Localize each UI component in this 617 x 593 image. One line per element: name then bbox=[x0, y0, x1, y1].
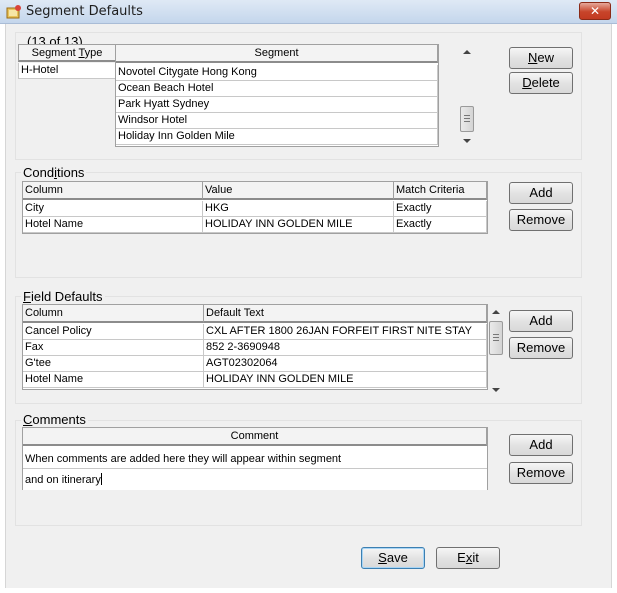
scroll-down-arrow-icon[interactable] bbox=[463, 139, 471, 143]
field-defaults-remove-button[interactable]: Remove bbox=[509, 337, 573, 359]
scroll-up-arrow-icon[interactable] bbox=[463, 50, 471, 54]
scroll-down-arrow-icon[interactable] bbox=[492, 388, 500, 392]
field-default-column-cell[interactable]: Cancel Policy bbox=[23, 324, 204, 340]
comments-add-button[interactable]: Add bbox=[509, 434, 573, 456]
segment-type-header[interactable]: Segment Type bbox=[18, 44, 116, 62]
field-defaults-grid[interactable]: Column Default Text Cancel Policy CXL AF… bbox=[22, 304, 488, 390]
field-defaults-column-header[interactable]: Column bbox=[23, 305, 204, 323]
field-default-text-cell[interactable]: 852 2-3690948 bbox=[204, 340, 487, 356]
text-caret bbox=[100, 473, 102, 485]
app-window-icon bbox=[6, 5, 21, 19]
field-defaults-add-button[interactable]: Add bbox=[509, 310, 573, 332]
field-default-column-cell[interactable]: G'tee bbox=[23, 356, 204, 372]
comment-line-editing[interactable]: and on itinerary bbox=[23, 471, 487, 490]
delete-button[interactable]: Delete bbox=[509, 72, 573, 94]
comments-grid[interactable]: Comment When comments are added here the… bbox=[22, 427, 488, 490]
segment-defaults-window: Segment Defaults ✕ (13 of 13) Segment Ty… bbox=[0, 0, 617, 593]
field-default-column-cell[interactable]: Hotel Name bbox=[23, 372, 204, 388]
segment-row[interactable]: Novotel Citygate Hong Kong bbox=[116, 65, 438, 81]
conditions-title: Conditions bbox=[21, 165, 87, 180]
exit-button[interactable]: Exit bbox=[436, 547, 500, 569]
title-bar[interactable]: Segment Defaults ✕ bbox=[0, 0, 617, 24]
condition-column-cell[interactable]: City bbox=[23, 201, 203, 217]
segment-row[interactable]: Windsor Hotel bbox=[116, 113, 438, 129]
segment-scroll-thumb[interactable] bbox=[460, 106, 474, 132]
field-default-text-cell[interactable]: CXL AFTER 1800 26JAN FORFEIT FIRST NITE … bbox=[204, 324, 487, 340]
save-button[interactable]: Save bbox=[361, 547, 425, 569]
new-button[interactable]: New bbox=[509, 47, 573, 69]
segment-type-column: Segment Type H-Hotel bbox=[18, 44, 116, 82]
condition-value-cell[interactable]: HOLIDAY INN GOLDEN MILE bbox=[203, 217, 394, 233]
scroll-up-arrow-icon[interactable] bbox=[492, 310, 500, 314]
conditions-add-button[interactable]: Add bbox=[509, 182, 573, 204]
close-button[interactable]: ✕ bbox=[579, 2, 611, 20]
segment-header[interactable]: Segment bbox=[116, 45, 438, 63]
conditions-match-header[interactable]: Match Criteria bbox=[394, 182, 487, 200]
field-default-column-cell[interactable]: Fax bbox=[23, 340, 204, 356]
dialog-body: (13 of 13) Segment Type H-Hotel Segment … bbox=[5, 24, 612, 588]
field-default-text-cell[interactable]: HOLIDAY INN GOLDEN MILE bbox=[204, 372, 487, 388]
close-icon: ✕ bbox=[589, 4, 601, 18]
condition-column-cell[interactable]: Hotel Name bbox=[23, 217, 203, 233]
segment-row[interactable]: Holiday Inn Golden Mile bbox=[116, 129, 438, 145]
conditions-remove-button[interactable]: Remove bbox=[509, 209, 573, 231]
field-defaults-scrollbar[interactable] bbox=[488, 304, 505, 392]
field-defaults-scroll-thumb[interactable] bbox=[489, 321, 503, 355]
comments-title: Comments bbox=[21, 412, 88, 427]
conditions-grid[interactable]: Column Value Match Criteria City HKG Exa… bbox=[22, 181, 488, 234]
comment-header[interactable]: Comment bbox=[23, 428, 487, 446]
condition-match-cell[interactable]: Exactly bbox=[394, 217, 487, 233]
comments-remove-button[interactable]: Remove bbox=[509, 462, 573, 484]
condition-value-cell[interactable]: HKG bbox=[203, 201, 394, 217]
field-defaults-text-header[interactable]: Default Text bbox=[204, 305, 487, 323]
segment-type-cell[interactable]: H-Hotel bbox=[18, 63, 116, 79]
conditions-value-header[interactable]: Value bbox=[203, 182, 394, 200]
segment-row[interactable]: Ocean Beach Hotel bbox=[116, 81, 438, 97]
segment-scrollbar[interactable] bbox=[459, 44, 476, 147]
segment-row[interactable]: Park Hyatt Sydney bbox=[116, 97, 438, 113]
conditions-column-header[interactable]: Column bbox=[23, 182, 203, 200]
window-title: Segment Defaults bbox=[26, 4, 143, 19]
segment-list[interactable]: Segment Novotel Citygate Hong Kong Ocean… bbox=[115, 44, 439, 147]
comment-line[interactable]: When comments are added here they will a… bbox=[23, 450, 487, 469]
field-default-text-cell[interactable]: AGT02302064 bbox=[204, 356, 487, 372]
field-defaults-title: Field Defaults bbox=[21, 289, 105, 304]
condition-match-cell[interactable]: Exactly bbox=[394, 201, 487, 217]
